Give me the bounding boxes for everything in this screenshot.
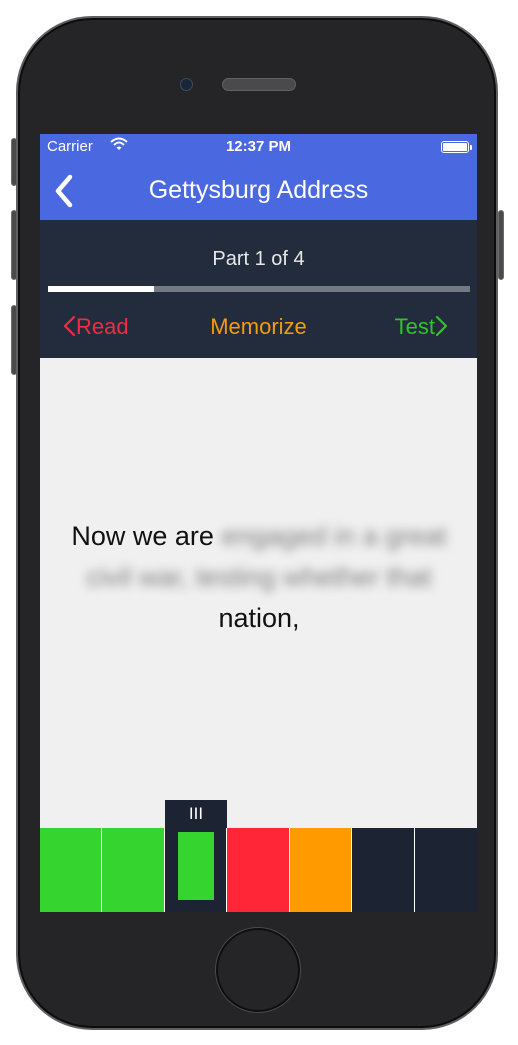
status-bar: Carrier 12:37 PM xyxy=(40,134,477,160)
clock: 12:37 PM xyxy=(225,138,292,155)
navigation-bar: Gettysburg Address xyxy=(40,160,477,220)
power-button xyxy=(498,210,504,280)
home-button[interactable] xyxy=(216,928,300,1012)
current-word-indicator: III xyxy=(165,800,227,828)
word-cell-wrong[interactable] xyxy=(227,828,290,912)
verse-visible-end: nation, xyxy=(218,603,300,633)
word-cell-empty[interactable] xyxy=(414,828,477,912)
word-cell-current[interactable] xyxy=(164,828,228,912)
test-mode-label: Test xyxy=(394,314,435,339)
verse-area[interactable]: Now we are engaged in a great civil war,… xyxy=(40,358,477,828)
battery-icon xyxy=(441,141,472,153)
word-cell-empty[interactable] xyxy=(352,828,415,912)
progress-panel: Part 1 of 4 Read Memorize Test xyxy=(40,220,477,358)
chevron-right-icon xyxy=(435,315,448,337)
camera-icon xyxy=(180,78,193,91)
verse-visible-start: Now we are xyxy=(71,521,214,551)
word-cell-hint[interactable] xyxy=(289,828,353,912)
word-progress-strip[interactable] xyxy=(40,828,477,912)
part-progress-bar xyxy=(48,286,470,292)
speaker-grille xyxy=(222,78,296,91)
test-mode-link[interactable]: Test xyxy=(395,312,449,342)
verse-text: Now we are engaged in a great civil war,… xyxy=(54,516,464,639)
page-title: Gettysburg Address xyxy=(148,176,369,204)
word-cell-correct[interactable] xyxy=(102,828,165,912)
part-progress-fill xyxy=(48,286,154,292)
app-screen: Carrier 12:37 PM Gettysburg Address Part… xyxy=(40,134,477,912)
word-cell-correct[interactable] xyxy=(40,828,103,912)
device-frame: Carrier 12:37 PM Gettysburg Address Part… xyxy=(0,0,518,1045)
part-label: Part 1 of 4 xyxy=(212,248,305,270)
current-word-marker xyxy=(177,832,214,900)
